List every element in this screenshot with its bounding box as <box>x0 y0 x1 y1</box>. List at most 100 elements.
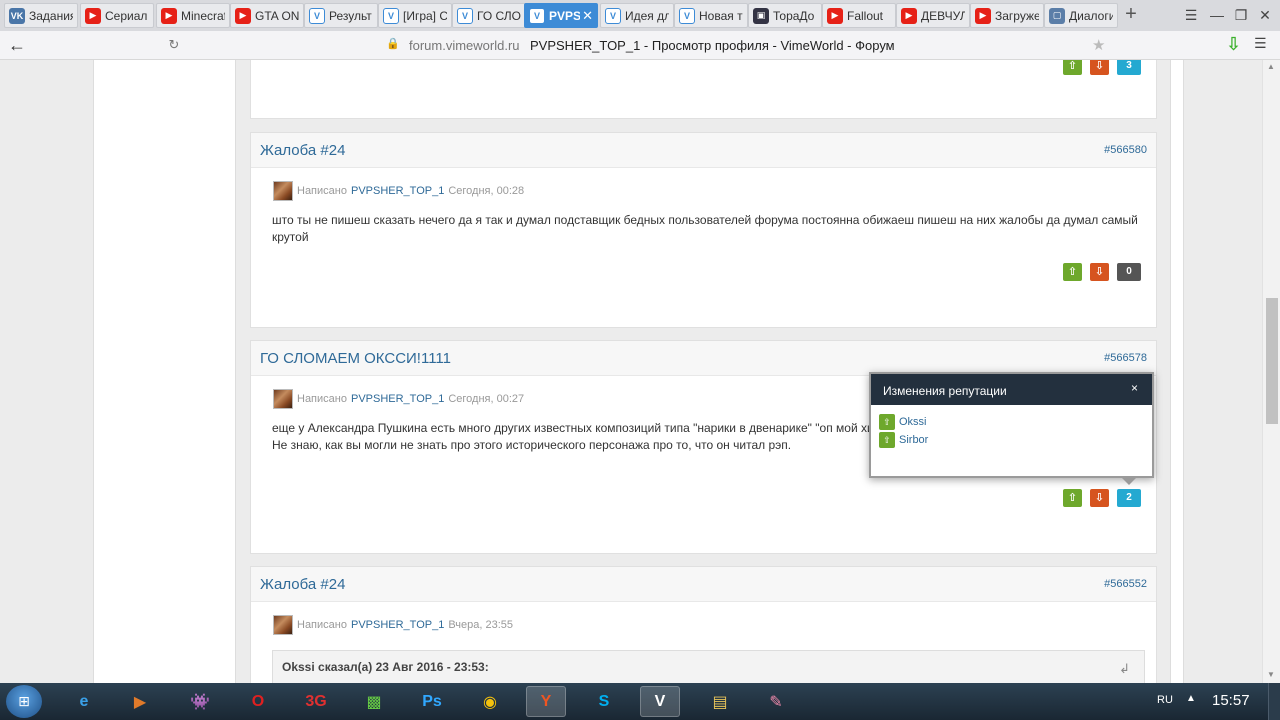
youtube-icon: ▶ <box>85 7 101 24</box>
tab-igra[interactable]: V [Игра] С <box>378 3 452 28</box>
post-header: Жалоба #24 #566580 <box>251 133 1156 168</box>
scrollbar-thumb[interactable] <box>1266 298 1278 424</box>
tab-dialogi[interactable]: ▢ Диалоги <box>1044 3 1118 28</box>
tab-go-slomaem[interactable]: V ГО СЛОМ <box>452 3 526 28</box>
url-domain[interactable]: forum.vimeworld.ru <box>409 38 520 53</box>
vote-up-button[interactable]: ⇧ <box>1063 263 1082 281</box>
tab-devchul[interactable]: ▶ ДЕВЧУЛ <box>896 3 970 28</box>
reload-icon[interactable]: ↻ <box>166 36 182 54</box>
games-icon[interactable]: 👾 <box>180 686 220 717</box>
popup-close-button[interactable]: × <box>1131 381 1138 395</box>
avatar[interactable] <box>273 615 293 635</box>
yandex-browser-icon[interactable]: Y <box>526 686 566 717</box>
avatar[interactable] <box>273 389 293 409</box>
internet-explorer-icon[interactable]: e <box>64 686 104 717</box>
post-number-link[interactable]: #566552 <box>1104 578 1147 590</box>
quote-arrow-icon[interactable]: ↲ <box>1119 661 1130 677</box>
post-previous: ⇧ ⇩ 3 <box>250 60 1157 119</box>
vk-icon: VK <box>9 7 25 24</box>
vote-up-button[interactable]: ⇧ <box>1063 489 1082 507</box>
close-window-icon[interactable]: ✕ <box>1254 5 1276 25</box>
vote-count[interactable]: 3 <box>1117 60 1141 75</box>
toradora-icon: ▣ <box>753 7 769 24</box>
reputation-user-link[interactable]: Sirbor <box>899 434 928 446</box>
tab-close-icon[interactable]: ✕ <box>580 8 593 24</box>
author-link[interactable]: PVPSHER_TOP_1 <box>351 619 444 631</box>
vimeworld-icon: V <box>529 7 545 24</box>
photoshop-icon[interactable]: Ps <box>412 686 452 717</box>
browser-menu-icon[interactable]: ☰ <box>1254 35 1267 52</box>
show-desktop-button[interactable] <box>1268 683 1280 720</box>
vimeworld-icon: V <box>457 7 473 24</box>
language-indicator[interactable]: RU <box>1157 694 1173 706</box>
author-link[interactable]: PVPSHER_TOP_1 <box>351 185 444 197</box>
post-header: Жалоба #24 #566552 <box>251 567 1156 602</box>
tab-fallout[interactable]: ▶ Fallout <box>822 3 896 28</box>
post-number-link[interactable]: #566580 <box>1104 144 1147 156</box>
tab-minecraft[interactable]: ▶ Minecraft <box>156 3 230 28</box>
vote-down-button[interactable]: ⇩ <box>1090 60 1109 75</box>
tab-gta-online[interactable]: ▶ GTA ON <box>230 3 304 28</box>
popup-pointer <box>1120 476 1138 485</box>
avatar[interactable] <box>273 181 293 201</box>
post-566552: Жалоба #24 #566552 Написано PVPSHER_TOP_… <box>250 566 1157 683</box>
youtube-icon: ▶ <box>235 7 251 24</box>
tab-toradora[interactable]: ▣ ТораДо <box>748 3 822 28</box>
tab-serial[interactable]: ▶ Сериал <box>80 3 154 28</box>
reputation-user-link[interactable]: Okssi <box>899 416 927 428</box>
vote-down-button[interactable]: ⇩ <box>1090 263 1109 281</box>
vimeworld-icon: V <box>383 7 399 24</box>
post-title-link[interactable]: Жалоба #24 <box>260 142 345 159</box>
scroll-down-icon[interactable]: ▼ <box>1267 670 1275 679</box>
post-title-link[interactable]: ГО СЛОМАЕМ ОКССИ!1111 <box>260 350 451 367</box>
post-number-link[interactable]: #566578 <box>1104 352 1147 364</box>
tab-zagruzheno[interactable]: ▶ Загружен <box>970 3 1044 28</box>
right-column <box>1170 60 1184 683</box>
tab-ideya[interactable]: V Идея дл <box>600 3 674 28</box>
popup-title: Изменения репутации <box>883 384 1007 398</box>
author-link[interactable]: PVPSHER_TOP_1 <box>351 393 444 405</box>
chrome-icon[interactable]: ◉ <box>470 686 510 717</box>
lock-icon[interactable]: 🔒 <box>386 37 400 53</box>
vote-count[interactable]: 0 <box>1117 263 1141 281</box>
new-tab-button[interactable]: + <box>1120 4 1142 26</box>
window-menu-icon[interactable]: ☰ <box>1180 5 1202 25</box>
clock[interactable]: 15:57 <box>1212 692 1250 709</box>
tab-novaya[interactable]: V Новая т <box>674 3 748 28</box>
tab-rezultat[interactable]: V Результ <box>304 3 378 28</box>
3g-icon[interactable]: 3G <box>296 686 336 717</box>
tab-pvpsher-active[interactable]: V PVPS ✕ <box>524 3 598 28</box>
restore-icon[interactable]: ❐ <box>1230 5 1252 25</box>
url-page-title[interactable]: PVPSHER_TOP_1 - Просмотр профиля - VimeW… <box>530 38 895 53</box>
media-player-icon[interactable]: ▶ <box>120 686 160 717</box>
plus-rep-icon: ⇧ <box>879 414 895 430</box>
vertical-scrollbar[interactable]: ▲ ▼ <box>1262 60 1280 683</box>
vimeworld-icon: V <box>605 7 621 24</box>
opera-icon[interactable]: O <box>238 686 278 717</box>
post-body-line-1: еще у Александра Пушкина есть много друг… <box>272 421 912 435</box>
back-arrow-icon[interactable]: ← <box>6 34 28 56</box>
vimeworld-icon[interactable]: V <box>640 686 680 717</box>
post-body: што ты не пишеш сказать нечего да я так … <box>272 213 1138 244</box>
bookmark-star-icon[interactable]: ★ <box>1092 36 1105 54</box>
youtube-icon: ▶ <box>975 7 991 24</box>
post-meta: Написано PVPSHER_TOP_1 Сегодня, 00:27 <box>273 389 524 409</box>
paint-icon[interactable]: ✎ <box>756 686 796 717</box>
vote-count[interactable]: 2 <box>1117 489 1141 507</box>
file-explorer-icon[interactable]: ▤ <box>700 686 740 717</box>
scroll-up-icon[interactable]: ▲ <box>1267 62 1275 71</box>
start-button[interactable]: ⊞ <box>6 685 42 718</box>
youtube-icon: ▶ <box>827 7 843 24</box>
minecraft-icon[interactable]: ▩ <box>354 686 394 717</box>
post-title-link[interactable]: Жалоба #24 <box>260 576 345 593</box>
dialog-icon: ▢ <box>1049 7 1065 24</box>
download-arrow-icon[interactable]: ⇩ <box>1226 34 1241 55</box>
tab-zadaniya[interactable]: VK Задания <box>4 3 78 28</box>
reputation-user-row[interactable]: ⇧ Okssi <box>879 414 927 430</box>
minimize-icon[interactable]: — <box>1206 5 1228 25</box>
vote-down-button[interactable]: ⇩ <box>1090 489 1109 507</box>
tray-expand-icon[interactable]: ▲ <box>1186 693 1196 704</box>
vote-up-button[interactable]: ⇧ <box>1063 60 1082 75</box>
reputation-user-row[interactable]: ⇧ Sirbor <box>879 432 928 448</box>
skype-icon[interactable]: S <box>584 686 624 717</box>
